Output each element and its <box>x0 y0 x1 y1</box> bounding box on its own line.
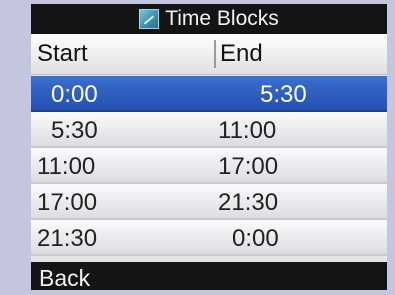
start-time: 17:00 <box>37 189 98 216</box>
time-block-row[interactable]: 21:30 0:00 <box>31 220 387 256</box>
end-time: 0:00 <box>232 225 279 252</box>
column-divider <box>214 40 216 68</box>
device-frame: Time Blocks Start End 0:00 5:30 5:30 11:… <box>0 0 395 295</box>
end-time: 17:00 <box>218 153 279 180</box>
start-time: 5:30 <box>51 117 98 144</box>
start-time: 21:30 <box>37 225 98 252</box>
time-block-row[interactable]: 0:00 5:30 <box>31 76 387 112</box>
end-time: 5:30 <box>260 81 307 108</box>
schedule-icon <box>139 9 160 29</box>
screen: Time Blocks Start End 0:00 5:30 5:30 11:… <box>31 4 387 290</box>
end-time: 11:00 <box>218 117 277 144</box>
start-time: 11:00 <box>37 153 96 180</box>
back-button[interactable]: Back <box>39 265 90 290</box>
time-block-row[interactable]: 11:00 17:00 <box>31 148 387 184</box>
time-block-row[interactable]: 17:00 21:30 <box>31 184 387 220</box>
time-block-list: 0:00 5:30 5:30 11:00 11:00 17:00 17:00 2… <box>31 76 387 256</box>
time-block-row[interactable]: 5:30 11:00 <box>31 112 387 148</box>
title-bar: Time Blocks <box>31 4 387 34</box>
column-header-end: End <box>220 40 263 67</box>
end-time: 21:30 <box>218 189 279 216</box>
column-header-start: Start <box>37 40 88 67</box>
softkey-bar: Back <box>31 262 387 290</box>
start-time: 0:00 <box>51 81 98 108</box>
page-title: Time Blocks <box>165 7 279 30</box>
table-header: Start End <box>31 34 387 75</box>
